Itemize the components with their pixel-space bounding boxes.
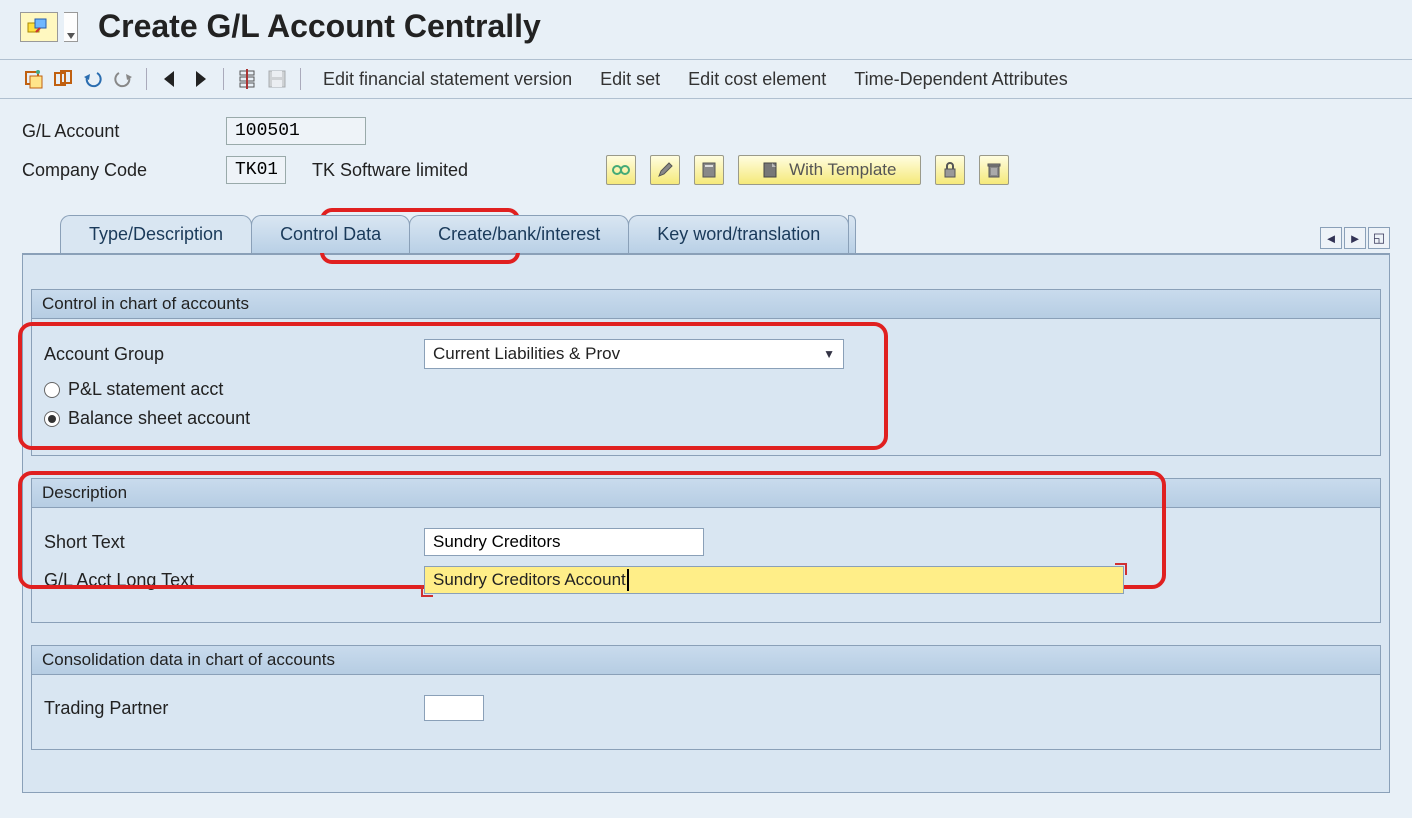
radio-checked-icon bbox=[44, 411, 60, 427]
long-text-value: Sundry Creditors Account bbox=[433, 570, 626, 590]
previous-icon[interactable] bbox=[157, 66, 183, 92]
group-consolidation: Consolidation data in chart of accounts … bbox=[31, 645, 1381, 750]
trading-partner-input[interactable] bbox=[424, 695, 484, 721]
radio-pl-label: P&L statement acct bbox=[68, 379, 223, 400]
delete-icon[interactable] bbox=[979, 155, 1009, 185]
application-toolbar: Edit financial statement version Edit se… bbox=[0, 60, 1412, 99]
filter-icon[interactable] bbox=[234, 66, 260, 92]
company-code-input[interactable] bbox=[226, 156, 286, 184]
short-text-input[interactable] bbox=[424, 528, 704, 556]
edit-cost-element-link[interactable]: Edit cost element bbox=[688, 69, 826, 90]
header-fields: G/L Account Company Code TK Software lim… bbox=[0, 99, 1412, 205]
company-description: TK Software limited bbox=[312, 160, 468, 181]
separator bbox=[300, 68, 301, 90]
tab-create-bank-interest[interactable]: Create/bank/interest bbox=[409, 215, 629, 253]
tab-keyword-translation[interactable]: Key word/translation bbox=[628, 215, 849, 253]
time-dependent-attributes-link[interactable]: Time-Dependent Attributes bbox=[854, 69, 1067, 90]
radio-balance-sheet[interactable]: Balance sheet account bbox=[44, 408, 1368, 429]
account-group-select[interactable]: Current Liabilities & Prov ▼ bbox=[424, 339, 844, 369]
group-description: Description Short Text G/L Acct Long Tex… bbox=[31, 478, 1381, 623]
create-icon[interactable] bbox=[694, 155, 724, 185]
lock-icon[interactable] bbox=[935, 155, 965, 185]
account-group-label: Account Group bbox=[44, 344, 424, 365]
tabstrip: Type/Description Control Data Create/ban… bbox=[0, 205, 1412, 253]
edit-set-link[interactable]: Edit set bbox=[600, 69, 660, 90]
tab-type-description[interactable]: Type/Description bbox=[60, 215, 252, 253]
next-icon[interactable] bbox=[187, 66, 213, 92]
other-object-icon[interactable] bbox=[20, 66, 46, 92]
edit-fsv-link[interactable]: Edit financial statement version bbox=[323, 69, 572, 90]
radio-bs-label: Balance sheet account bbox=[68, 408, 250, 429]
short-text-label: Short Text bbox=[44, 532, 424, 553]
text-caret bbox=[627, 569, 629, 591]
long-text-input[interactable]: Sundry Creditors Account bbox=[424, 566, 1124, 594]
title-bar: Create G/L Account Centrally bbox=[0, 0, 1412, 60]
tab-scroll-left-icon[interactable]: ◄ bbox=[1320, 227, 1342, 249]
long-text-label: G/L Acct Long Text bbox=[44, 570, 424, 591]
redo-icon[interactable] bbox=[110, 66, 136, 92]
with-template-label: With Template bbox=[789, 160, 896, 180]
group-consolidation-title: Consolidation data in chart of accounts bbox=[32, 646, 1380, 675]
group-description-title: Description bbox=[32, 479, 1380, 508]
save-icon[interactable] bbox=[264, 66, 290, 92]
radio-pl-statement[interactable]: P&L statement acct bbox=[44, 379, 1368, 400]
with-template-button[interactable]: With Template bbox=[738, 155, 921, 185]
chevron-down-icon: ▼ bbox=[823, 347, 835, 361]
separator bbox=[146, 68, 147, 90]
page-title: Create G/L Account Centrally bbox=[98, 8, 541, 45]
group-control-title: Control in chart of accounts bbox=[32, 290, 1380, 319]
tab-scroll-right-icon[interactable]: ► bbox=[1344, 227, 1366, 249]
account-group-value: Current Liabilities & Prov bbox=[433, 344, 620, 364]
tab-body: Control in chart of accounts Account Gro… bbox=[22, 253, 1390, 793]
tab-overflow-indicator[interactable] bbox=[848, 215, 856, 253]
tab-control-data[interactable]: Control Data bbox=[251, 215, 410, 253]
change-icon[interactable] bbox=[650, 155, 680, 185]
transaction-icon[interactable] bbox=[20, 12, 58, 42]
company-code-label: Company Code bbox=[22, 160, 212, 181]
display-icon[interactable] bbox=[606, 155, 636, 185]
separator bbox=[223, 68, 224, 90]
gl-account-input[interactable] bbox=[226, 117, 366, 145]
trading-partner-label: Trading Partner bbox=[44, 698, 424, 719]
title-dropdown-icon[interactable] bbox=[64, 12, 78, 42]
radio-unchecked-icon bbox=[44, 382, 60, 398]
group-control-chart: Control in chart of accounts Account Gro… bbox=[31, 289, 1381, 456]
gl-account-label: G/L Account bbox=[22, 121, 212, 142]
undo-icon[interactable] bbox=[80, 66, 106, 92]
copy-icon[interactable] bbox=[50, 66, 76, 92]
tab-list-icon[interactable]: ◱ bbox=[1368, 227, 1390, 249]
